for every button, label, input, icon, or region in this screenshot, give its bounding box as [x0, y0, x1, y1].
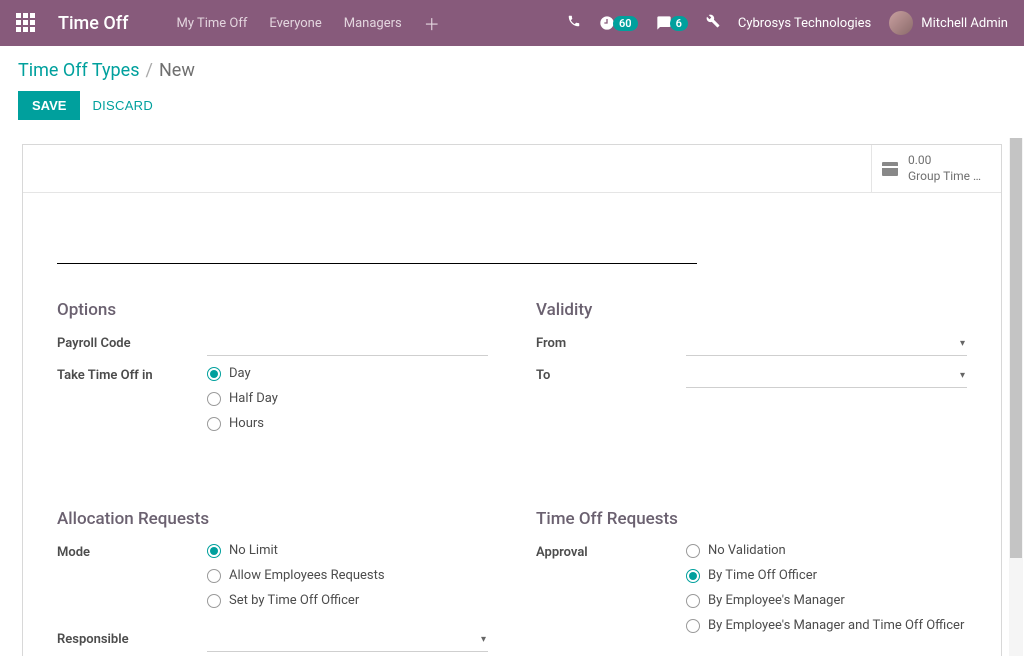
phone-icon[interactable]: [567, 14, 581, 32]
activity-count: 60: [613, 16, 638, 31]
radio-by-officer[interactable]: By Time Off Officer: [686, 568, 967, 583]
group-allocation: Allocation Requests Mode No Limit Allow …: [57, 509, 488, 656]
messages-count: 6: [670, 16, 688, 31]
responsible-label: Responsible: [57, 628, 207, 647]
save-button[interactable]: SAVE: [18, 91, 80, 120]
messages-badge[interactable]: 6: [656, 15, 688, 31]
topbar: Time Off My Time Off Everyone Managers ＋…: [0, 0, 1024, 46]
topbar-right: 60 6 Cybrosys Technologies Mitchell Admi…: [567, 11, 1008, 35]
tools-icon[interactable]: [706, 14, 720, 32]
take-time-off-label: Take Time Off in: [57, 364, 207, 383]
stat-value: 0.00: [908, 153, 981, 169]
avatar: [889, 11, 913, 35]
activity-badge[interactable]: 60: [599, 15, 638, 31]
discard-button[interactable]: DISCARD: [92, 98, 153, 113]
requests-heading: Time Off Requests: [536, 509, 967, 529]
from-label: From: [536, 332, 686, 351]
nav-my-time-off[interactable]: My Time Off: [176, 16, 247, 31]
approval-radios: No Validation By Time Off Officer By Emp…: [686, 543, 967, 633]
payroll-code-input[interactable]: [207, 332, 488, 356]
group-requests: Time Off Requests Approval No Validation…: [536, 509, 967, 656]
group-options: Options Payroll Code Take Time Off in Da…: [57, 300, 488, 439]
to-input[interactable]: [686, 364, 967, 388]
from-input[interactable]: [686, 332, 967, 356]
radio-hours[interactable]: Hours: [207, 416, 488, 431]
mode-label: Mode: [57, 541, 207, 560]
sheet-header: 0.00 Group Time …: [23, 145, 1001, 193]
nav-managers[interactable]: Managers: [344, 16, 402, 31]
plus-icon[interactable]: ＋: [424, 11, 440, 35]
radio-day[interactable]: Day: [207, 366, 488, 381]
mode-radios: No Limit Allow Employees Requests Set by…: [207, 543, 488, 608]
breadcrumb: Time Off Types/New: [18, 60, 1006, 81]
apps-icon[interactable]: [16, 13, 36, 33]
radio-allow-employees[interactable]: Allow Employees Requests: [207, 568, 488, 583]
briefcase-icon: [882, 162, 898, 176]
radio-by-manager[interactable]: By Employee's Manager: [686, 593, 967, 608]
form-view: 0.00 Group Time … Options Payroll Code T…: [0, 138, 1024, 656]
name-input[interactable]: [57, 221, 697, 264]
radio-no-validation[interactable]: No Validation: [686, 543, 967, 558]
allocation-heading: Allocation Requests: [57, 509, 488, 529]
to-label: To: [536, 364, 686, 383]
stat-label: Group Time …: [908, 169, 981, 185]
radio-no-limit[interactable]: No Limit: [207, 543, 488, 558]
form-actions: SAVE DISCARD: [18, 91, 1006, 120]
form-sheet: 0.00 Group Time … Options Payroll Code T…: [22, 144, 1002, 656]
nav-menu: My Time Off Everyone Managers ＋: [176, 11, 439, 35]
stat-group-time-off[interactable]: 0.00 Group Time …: [871, 145, 1001, 192]
payroll-code-label: Payroll Code: [57, 332, 207, 351]
take-time-off-radios: Day Half Day Hours: [207, 366, 488, 431]
breadcrumb-current: New: [159, 60, 195, 81]
group-validity: Validity From ▾ To ▾: [536, 300, 967, 439]
user-menu[interactable]: Mitchell Admin: [889, 11, 1008, 35]
breadcrumb-parent[interactable]: Time Off Types: [18, 60, 140, 81]
app-title[interactable]: Time Off: [58, 13, 128, 34]
responsible-input[interactable]: [207, 628, 488, 652]
approval-label: Approval: [536, 541, 686, 560]
validity-heading: Validity: [536, 300, 967, 320]
sheet-body: Options Payroll Code Take Time Off in Da…: [23, 193, 1001, 656]
company-switcher[interactable]: Cybrosys Technologies: [738, 16, 871, 31]
control-panel: Time Off Types/New SAVE DISCARD: [0, 46, 1024, 128]
radio-by-both[interactable]: By Employee's Manager and Time Off Offic…: [686, 618, 967, 633]
user-name: Mitchell Admin: [921, 16, 1008, 31]
radio-set-by-officer[interactable]: Set by Time Off Officer: [207, 593, 488, 608]
nav-everyone[interactable]: Everyone: [269, 16, 321, 31]
options-heading: Options: [57, 300, 488, 320]
radio-half-day[interactable]: Half Day: [207, 391, 488, 406]
